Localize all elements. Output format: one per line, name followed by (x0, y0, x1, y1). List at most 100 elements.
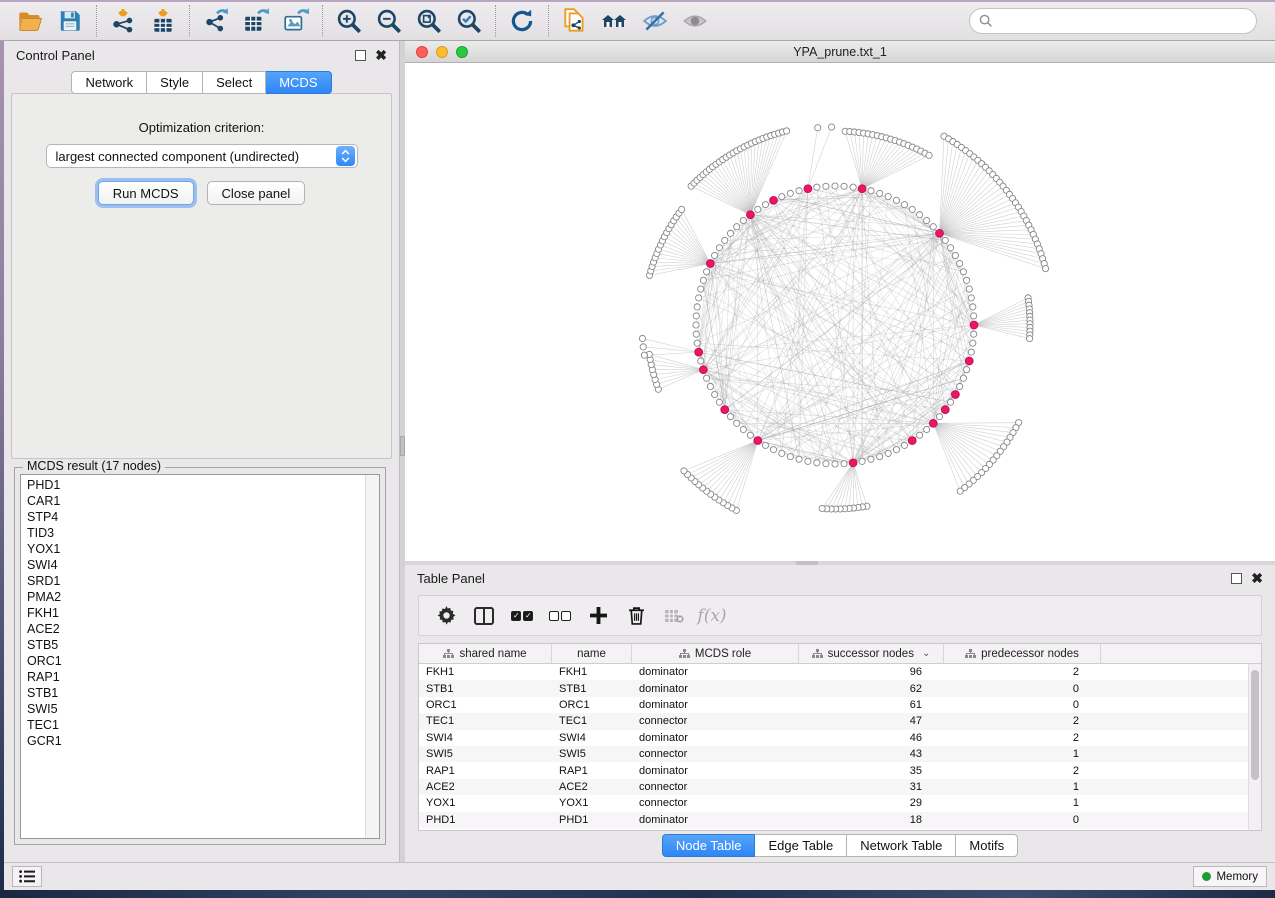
table-row[interactable]: STB1STB1dominator620 (419, 680, 1248, 696)
tab-style[interactable]: Style (147, 71, 203, 94)
table-row[interactable]: YOX1YOX1connector291 (419, 795, 1248, 811)
table-row[interactable]: PHD1PHD1dominator180 (419, 812, 1248, 828)
task-history-icon[interactable] (12, 866, 42, 887)
network-canvas[interactable] (405, 63, 1275, 561)
tab-select[interactable]: Select (203, 71, 266, 94)
list-item[interactable]: CAR1 (21, 493, 365, 509)
column-header-successor-nodes[interactable]: successor nodes⌄ (799, 644, 944, 663)
tab-network-table[interactable]: Network Table (847, 834, 956, 857)
table-cell: 1 (944, 781, 1101, 793)
table-toolbar: f(x) (418, 595, 1262, 636)
table-row[interactable]: ACE2ACE2connector311 (419, 779, 1248, 795)
zoom-in-icon[interactable] (329, 4, 369, 38)
table-cell: 1 (944, 797, 1101, 809)
list-item[interactable]: TID3 (21, 525, 365, 541)
memory-button[interactable]: Memory (1193, 866, 1267, 887)
table-cell: ORC1 (552, 699, 632, 711)
list-item[interactable]: STP4 (21, 509, 365, 525)
search-input[interactable] (993, 14, 1247, 28)
network-graph[interactable] (405, 63, 1275, 561)
optimization-criterion-label: Optimization criterion: (139, 120, 265, 135)
import-table-icon[interactable] (143, 4, 183, 38)
toolbar-separator (96, 5, 97, 37)
mcds-result-list[interactable]: PHD1CAR1STP4TID3YOX1SWI4SRD1PMA2FKH1ACE2… (20, 474, 380, 839)
list-item[interactable]: TEC1 (21, 717, 365, 733)
copy-style-icon[interactable] (555, 4, 595, 38)
gear-icon[interactable] (427, 600, 465, 632)
open-folder-icon[interactable] (10, 4, 50, 38)
export-table-icon[interactable] (236, 4, 276, 38)
table-cell: SWI4 (552, 732, 632, 744)
list-item[interactable]: ORC1 (21, 653, 365, 669)
table-cell: STB1 (552, 683, 632, 695)
tab-mcds[interactable]: MCDS (266, 71, 331, 94)
table-row[interactable]: FKH1FKH1dominator962 (419, 664, 1248, 680)
scrollbar-thumb[interactable] (1251, 670, 1259, 780)
list-item[interactable]: GCR1 (21, 733, 365, 749)
show-all-icon[interactable] (675, 4, 715, 38)
column-header-shared-name[interactable]: shared name (419, 644, 552, 663)
mcds-result-title: MCDS result (17 nodes) (23, 459, 165, 473)
save-icon[interactable] (50, 4, 90, 38)
table-cell: 2 (944, 666, 1101, 678)
list-item[interactable]: STB1 (21, 685, 365, 701)
tab-motifs[interactable]: Motifs (956, 834, 1018, 857)
hide-selected-icon[interactable] (635, 4, 675, 38)
list-item[interactable]: RAP1 (21, 669, 365, 685)
run-mcds-button[interactable]: Run MCDS (98, 181, 194, 205)
zoom-selected-icon[interactable] (449, 4, 489, 38)
delete-column-icon[interactable] (617, 600, 655, 632)
table-cell: 0 (944, 814, 1101, 826)
tab-edge-table[interactable]: Edge Table (755, 834, 847, 857)
zoom-out-icon[interactable] (369, 4, 409, 38)
list-item[interactable]: SWI4 (21, 557, 365, 573)
table-cell: 61 (799, 699, 944, 711)
table-scrollbar[interactable] (1248, 664, 1261, 830)
table-cell: RAP1 (419, 765, 552, 777)
network-window-titlebar[interactable]: YPA_prune.txt_1 (405, 41, 1275, 63)
search-box[interactable] (969, 8, 1257, 34)
export-network-icon[interactable] (196, 4, 236, 38)
add-column-icon[interactable] (579, 600, 617, 632)
deselect-all-icon[interactable] (541, 600, 579, 632)
table-row[interactable]: SWI5SWI5connector431 (419, 746, 1248, 762)
list-item[interactable]: YOX1 (21, 541, 365, 557)
float-panel-icon[interactable] (1231, 573, 1242, 584)
close-panel-button[interactable]: Close panel (207, 181, 306, 205)
table-cell: dominator (632, 683, 799, 695)
column-selector-icon[interactable] (465, 600, 503, 632)
table-cell: RAP1 (552, 765, 632, 777)
float-panel-icon[interactable] (355, 50, 366, 61)
table-row[interactable]: TEC1TEC1connector472 (419, 713, 1248, 729)
tab-node-table[interactable]: Node Table (662, 834, 756, 857)
table-cell: dominator (632, 666, 799, 678)
criterion-dropdown[interactable]: largest connected component (undirected) (46, 144, 358, 168)
close-panel-icon[interactable]: ✖ (375, 50, 387, 61)
table-row[interactable]: ORC1ORC1dominator610 (419, 697, 1248, 713)
table-row[interactable]: SWI4SWI4dominator462 (419, 730, 1248, 746)
list-item[interactable]: SWI5 (21, 701, 365, 717)
column-header-mcds-role[interactable]: MCDS role (632, 644, 799, 663)
refresh-icon[interactable] (502, 4, 542, 38)
tab-network[interactable]: Network (71, 71, 147, 94)
list-item[interactable]: ACE2 (21, 621, 365, 637)
list-item[interactable]: STB5 (21, 637, 365, 653)
list-item[interactable]: FKH1 (21, 605, 365, 621)
table-cell: FKH1 (419, 666, 552, 678)
list-item[interactable]: PHD1 (21, 477, 365, 493)
search-icon (979, 14, 993, 28)
table-panel-title: Table Panel (417, 571, 485, 586)
table-row[interactable]: RAP1RAP1dominator352 (419, 762, 1248, 778)
zoom-fit-icon[interactable] (409, 4, 449, 38)
result-list-scrollbar[interactable] (365, 475, 379, 838)
close-panel-icon[interactable]: ✖ (1251, 573, 1263, 584)
import-network-icon[interactable] (103, 4, 143, 38)
first-neighbors-icon[interactable] (595, 4, 635, 38)
column-header-predecessor-nodes[interactable]: predecessor nodes (944, 644, 1101, 663)
select-all-icon[interactable] (503, 600, 541, 632)
export-image-icon[interactable] (276, 4, 316, 38)
table-cell: PHD1 (419, 814, 552, 826)
list-item[interactable]: SRD1 (21, 573, 365, 589)
column-header-name[interactable]: name (552, 644, 632, 663)
list-item[interactable]: PMA2 (21, 589, 365, 605)
